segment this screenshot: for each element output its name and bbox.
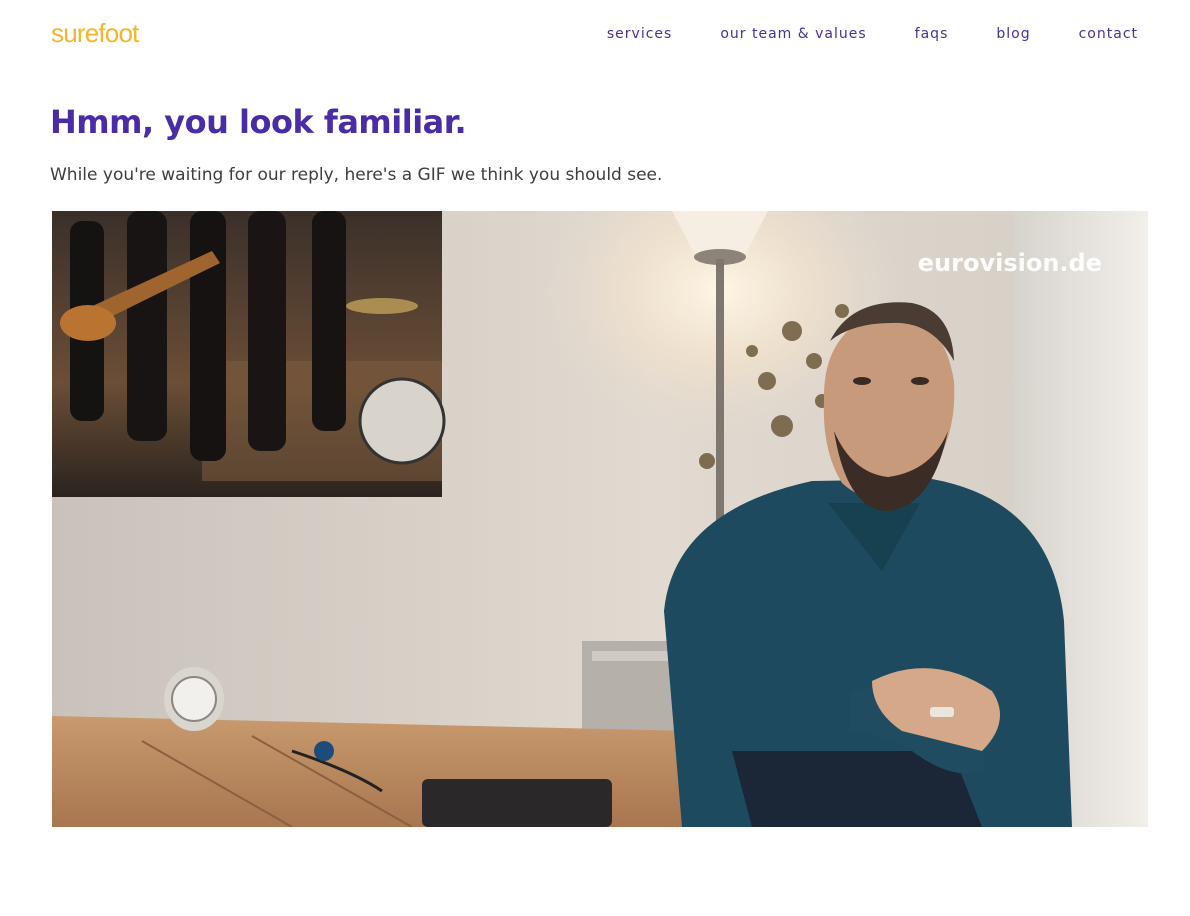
reaction-gif: eurovision.de — [52, 211, 1148, 827]
nav-contact[interactable]: contact — [1079, 24, 1138, 44]
surefoot-logo[interactable]: surefoot — [51, 17, 139, 49]
main-nav: services our team & values faqs blog con… — [607, 24, 1138, 44]
page-title: Hmm, you look familiar. — [50, 103, 467, 141]
page-subtitle: While you're waiting for our reply, here… — [50, 165, 663, 185]
nav-our-team-values[interactable]: our team & values — [720, 24, 866, 44]
nav-services[interactable]: services — [607, 24, 672, 44]
band-poster — [52, 211, 446, 497]
site-header: surefoot services our team & values faqs… — [0, 0, 1190, 68]
nav-blog[interactable]: blog — [996, 24, 1030, 44]
gif-watermark: eurovision.de — [918, 249, 1102, 277]
gif-illustration: eurovision.de — [52, 211, 1148, 827]
nav-faqs[interactable]: faqs — [915, 24, 949, 44]
